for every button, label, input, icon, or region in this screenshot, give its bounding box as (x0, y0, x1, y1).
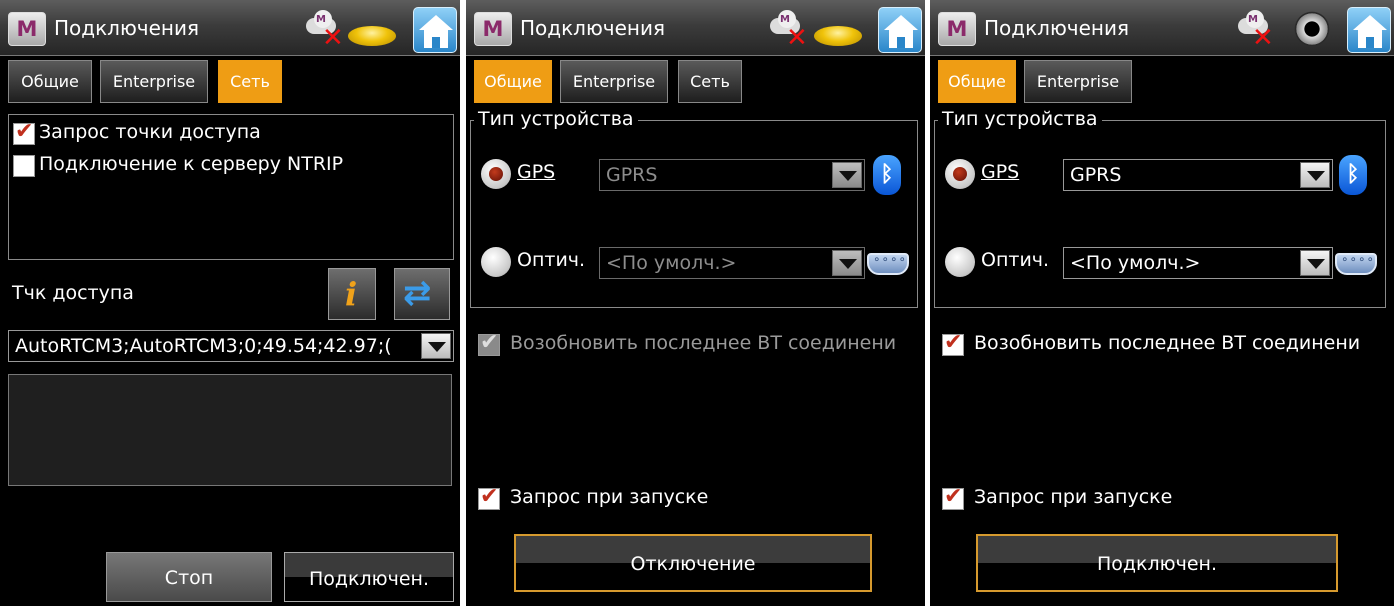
window-title: Подключения (984, 16, 1130, 40)
stop-button[interactable]: Стоп (106, 552, 272, 602)
bluetooth-icon[interactable]: ᛒ (1339, 155, 1367, 195)
total-station-icon (1292, 9, 1332, 49)
network-options-list: Запрос точки доступа Подключение к серве… (8, 114, 454, 260)
gps-connection-value: GPRS (1070, 164, 1122, 186)
serial-port-icon[interactable] (867, 252, 909, 275)
optic-connection-value: <По умолч.> (1070, 252, 1201, 274)
request-access-point-checkbox[interactable] (13, 119, 35, 145)
chevron-down-icon[interactable] (1300, 250, 1330, 276)
chevron-down-icon[interactable] (832, 162, 862, 188)
chevron-down-icon[interactable] (832, 250, 862, 276)
access-point-label: Тчк доступа (12, 282, 134, 304)
tab-enterprise[interactable]: Enterprise (1024, 60, 1132, 103)
ask-on-start-label: Запрос при запуске (510, 486, 709, 508)
gnss-receiver-icon (814, 26, 862, 46)
title-bar: M Подключения M ✕ (0, 0, 460, 56)
optic-label: Оптич. (981, 249, 1050, 271)
tab-network[interactable]: Сеть (678, 60, 742, 103)
connections-screen-network: M Подключения M ✕ Общие Enterprise Сеть … (0, 0, 460, 606)
tab-network[interactable]: Сеть (218, 60, 282, 103)
home-button[interactable] (1347, 7, 1391, 53)
device-type-legend: Тип устройства (938, 107, 1102, 131)
refresh-button[interactable]: ⇄ (394, 268, 450, 320)
app-logo-icon[interactable]: M (938, 12, 976, 46)
optic-radio[interactable] (945, 247, 975, 277)
info-icon: i (345, 275, 358, 313)
tab-enterprise[interactable]: Enterprise (100, 60, 208, 103)
connect-button[interactable]: Подключен. (976, 534, 1338, 592)
disconnected-x-icon: ✕ (1252, 23, 1274, 53)
resume-bt-label: Возобновить последнее ВТ соединени (510, 332, 897, 354)
app-logo-icon[interactable]: M (8, 12, 46, 46)
disconnect-button[interactable]: Отключение (514, 534, 872, 592)
ntrip-server-label: Подключение к серверу NTRIP (39, 153, 344, 175)
resume-bt-checkbox[interactable] (478, 330, 500, 356)
window-title: Подключения (54, 16, 200, 40)
disconnected-x-icon: ✕ (322, 23, 344, 53)
ask-on-start-checkbox[interactable] (942, 484, 964, 510)
optic-connection-select[interactable]: <По умолч.> (599, 247, 865, 279)
tab-general[interactable]: Общие (474, 60, 552, 103)
gps-label: GPS (981, 161, 1020, 183)
optic-connection-value: <По умолч.> (606, 252, 737, 274)
title-bar: M Подключения M ✕ (466, 0, 925, 56)
optic-connection-select[interactable]: <По умолч.> (1063, 247, 1333, 279)
device-type-group: Тип устройства GPS GPRS ᛒ Оптич. <По умо… (934, 107, 1386, 308)
gps-label: GPS (517, 161, 556, 183)
home-button[interactable] (878, 7, 922, 53)
bluetooth-icon[interactable]: ᛒ (873, 155, 901, 195)
chevron-down-icon[interactable] (421, 333, 451, 359)
tab-general[interactable]: Общие (8, 60, 92, 103)
connections-screen-general: M Подключения M ✕ Общие Enterprise Сеть … (466, 0, 925, 606)
gps-connection-value: GPRS (606, 164, 658, 186)
gps-radio[interactable] (945, 159, 975, 189)
app-logo-icon[interactable]: M (474, 12, 512, 46)
request-access-point-label: Запрос точки доступа (39, 121, 261, 143)
access-point-value: AutoRTCM3;AutoRTCM3;0;49.54;42.97;( (15, 335, 392, 357)
chevron-down-icon[interactable] (1300, 162, 1330, 188)
ntrip-server-checkbox[interactable] (13, 155, 35, 177)
gps-radio[interactable] (481, 159, 511, 189)
ask-on-start-label: Запрос при запуске (974, 486, 1173, 508)
home-button[interactable] (413, 7, 457, 53)
optic-label: Оптич. (517, 249, 586, 271)
connections-screen-general-total-station: M Подключения M ✕ Общие Enterprise Тип у… (930, 0, 1394, 606)
access-point-details-box (8, 374, 452, 486)
resume-bt-checkbox[interactable] (942, 330, 964, 356)
tab-enterprise[interactable]: Enterprise (560, 60, 668, 103)
refresh-icon: ⇄ (403, 273, 432, 313)
title-bar: M Подключения M ✕ (930, 0, 1394, 56)
gnss-receiver-icon (348, 26, 396, 46)
gps-connection-select[interactable]: GPRS (599, 159, 865, 191)
info-button[interactable]: i (328, 268, 376, 320)
ask-on-start-checkbox[interactable] (478, 484, 500, 510)
disconnected-x-icon: ✕ (786, 23, 808, 53)
device-type-group: Тип устройства GPS GPRS ᛒ Оптич. <По умо… (470, 107, 918, 308)
window-title: Подключения (520, 16, 666, 40)
serial-port-icon[interactable] (1335, 252, 1377, 275)
tab-general[interactable]: Общие (938, 60, 1016, 103)
device-type-legend: Тип устройства (474, 107, 638, 131)
optic-radio[interactable] (481, 247, 511, 277)
access-point-select[interactable]: AutoRTCM3;AutoRTCM3;0;49.54;42.97;( (8, 330, 454, 362)
connect-button[interactable]: Подключен. (284, 552, 454, 602)
resume-bt-label: Возобновить последнее ВТ соединени (974, 332, 1361, 354)
gps-connection-select[interactable]: GPRS (1063, 159, 1333, 191)
